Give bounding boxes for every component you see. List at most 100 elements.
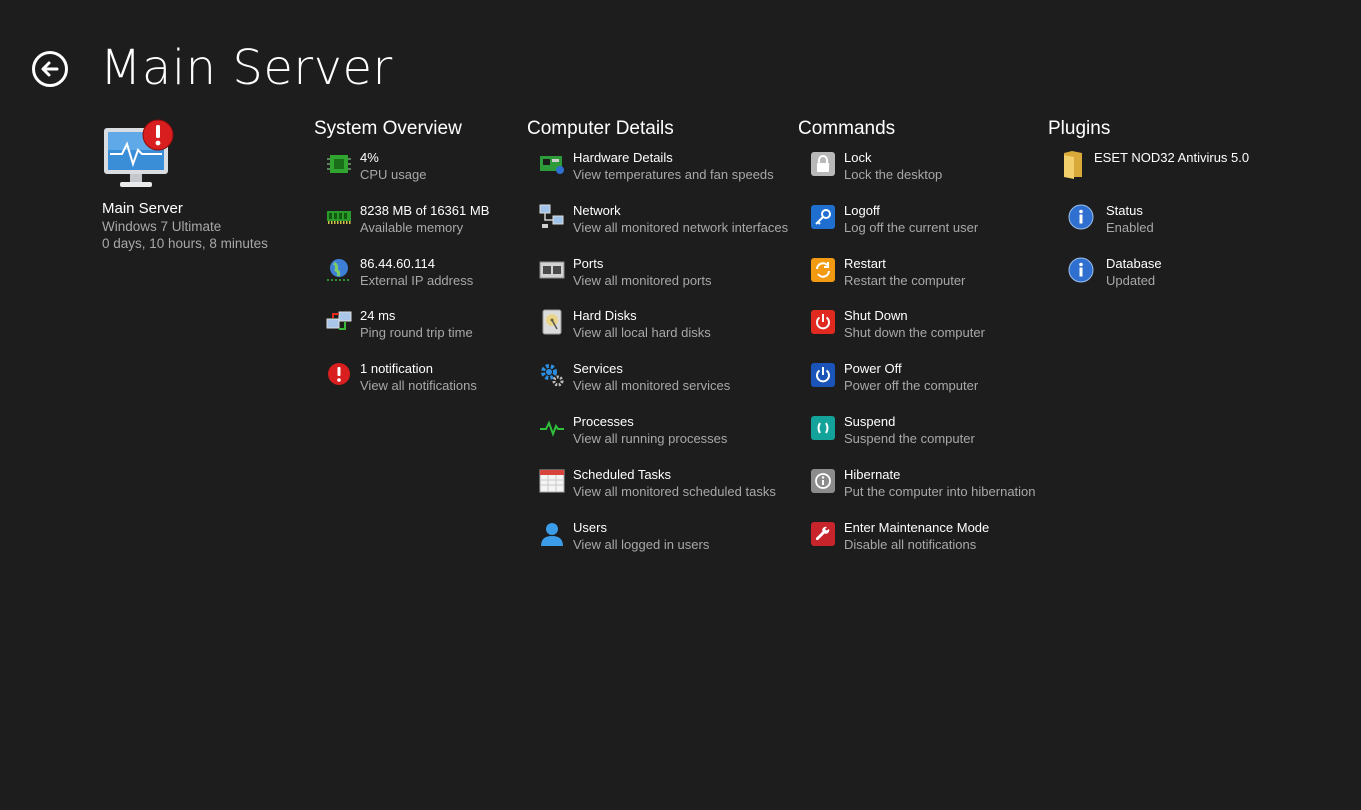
plugin-secondary: Enabled [1106, 219, 1154, 235]
command-secondary: Suspend the computer [844, 430, 975, 446]
commands-section: Commands Lock Lock the desktop Logoff Log … [798, 118, 1036, 571]
plugin-database[interactable]: Database Updated [1060, 255, 1249, 308]
details-secondary: View all logged in users [573, 536, 710, 552]
command-restart[interactable]: Restart Restart the computer [810, 255, 1036, 308]
details-secondary: View all running processes [573, 430, 728, 446]
command-logoff[interactable]: Logoff Log off the current user [810, 202, 1036, 255]
overview-secondary: Available memory [360, 219, 464, 235]
details-primary: Hardware Details [573, 150, 673, 165]
user-icon [539, 521, 565, 547]
details-primary: Ports [573, 255, 604, 271]
details-item-scheduled-tasks[interactable]: Scheduled Tasks View all monitored schedu… [539, 466, 788, 519]
restart-icon [810, 257, 836, 283]
plugin-primary: Database [1106, 255, 1162, 271]
plugin-secondary: Updated [1106, 272, 1156, 288]
details-item-processes[interactable]: Processes View all running processes [539, 413, 788, 466]
overview-item-ping[interactable]: 24 ms Ping round trip time [326, 307, 489, 360]
server-card: Main Server Windows 7 Ultimate 0 days, 1… [102, 119, 302, 252]
section-title-system-overview: System Overview [314, 118, 462, 139]
command-suspend[interactable]: Suspend Suspend the computer [810, 413, 1036, 466]
details-item-ports[interactable]: Ports View all monitored ports [539, 255, 788, 308]
plugin-primary: Status [1106, 202, 1143, 218]
details-item-hard-disks[interactable]: Hard Disks View all local hard disks [539, 307, 788, 360]
overview-primary: 24 ms [360, 308, 396, 324]
computer-details-section: Computer Details Hardware Details View te… [527, 118, 788, 571]
command-secondary: Lock the desktop [844, 167, 943, 182]
globe-network-icon [326, 257, 352, 283]
command-secondary: Disable all notifications [844, 536, 977, 552]
overview-secondary: Ping round trip time [360, 325, 473, 341]
info-icon [1068, 257, 1094, 283]
folder-icon [1060, 151, 1086, 179]
calendar-icon [539, 468, 565, 494]
command-primary: Power Off [844, 361, 902, 377]
details-primary: Network [573, 202, 621, 218]
details-secondary: View temperatures and fan speeds [573, 167, 774, 182]
details-item-services[interactable]: Services View all monitored services [539, 360, 788, 413]
suspend-icon [810, 415, 836, 441]
command-primary: Logoff [844, 202, 880, 218]
overview-primary: 86.44.60.114 [360, 255, 435, 271]
command-maintenance-mode[interactable]: Enter Maintenance Mode Disable all notifi… [810, 519, 1036, 572]
details-primary: Scheduled Tasks [573, 466, 672, 482]
details-primary: Processes [573, 413, 634, 429]
command-primary: Hibernate [844, 466, 901, 482]
command-secondary: Restart the computer [844, 272, 966, 288]
server-name: Main Server [102, 200, 183, 217]
plugins-section: Plugins ESET NOD32 Antivirus 5.0 Status E… [1048, 118, 1249, 307]
command-lock[interactable]: Lock Lock the desktop [810, 149, 1036, 202]
hard-disk-icon [539, 309, 565, 335]
power-icon [810, 362, 836, 388]
cpu-chip-icon [326, 151, 352, 177]
hibernate-icon [810, 468, 836, 494]
section-title-commands: Commands [798, 118, 896, 139]
computer-monitor-icon [102, 119, 174, 194]
back-button[interactable] [32, 51, 68, 87]
overview-secondary: View all notifications [360, 378, 477, 394]
wrench-icon [810, 521, 836, 547]
details-secondary: View all local hard disks [573, 325, 711, 341]
overview-secondary: CPU usage [360, 167, 427, 182]
overview-item-cpu[interactable]: 4% CPU usage [326, 149, 489, 202]
overview-item-memory[interactable]: 8238 MB of 16361 MB Available memory [326, 202, 489, 255]
command-secondary: Power off the computer [844, 378, 979, 394]
command-primary: Enter Maintenance Mode [844, 519, 990, 535]
plugin-name: ESET NOD32 Antivirus 5.0 [1094, 150, 1250, 165]
details-item-hardware[interactable]: Hardware Details View temperatures and fa… [539, 149, 788, 202]
plugin-status[interactable]: Status Enabled [1060, 202, 1249, 255]
overview-item-ip[interactable]: 86.44.60.114 External IP address [326, 255, 489, 308]
command-secondary: Put the computer into hibernation [844, 483, 1036, 499]
overview-secondary: External IP address [360, 272, 474, 288]
command-hibernate[interactable]: Hibernate Put the computer into hibernati… [810, 466, 1036, 519]
system-overview-section: System Overview 4% CPU usage 8238 MB of 1… [314, 118, 489, 413]
lock-icon [810, 151, 836, 177]
overview-item-notifications[interactable]: 1 notification View all notifications [326, 360, 489, 413]
info-icon [1068, 204, 1094, 230]
plugin-eset-nod32[interactable]: ESET NOD32 Antivirus 5.0 [1060, 149, 1249, 202]
page-title: Main Server [100, 40, 393, 96]
overview-primary: 4% [360, 150, 379, 165]
arrow-left-icon [41, 61, 59, 77]
server-os: Windows 7 Ultimate [102, 219, 222, 234]
command-secondary: Shut down the computer [844, 325, 985, 341]
command-primary: Suspend [844, 413, 896, 429]
ping-network-icon [326, 309, 352, 335]
details-item-network[interactable]: Network View all monitored network interf… [539, 202, 788, 255]
section-title-computer-details: Computer Details [527, 118, 674, 139]
overview-primary: 8238 MB of 16361 MB [360, 202, 490, 218]
command-shut-down[interactable]: Shut Down Shut down the computer [810, 307, 1036, 360]
command-primary: Lock [844, 150, 872, 165]
hardware-board-icon [539, 151, 565, 177]
alert-badge-icon [142, 119, 174, 151]
server-uptime: 0 days, 10 hours, 8 minutes [102, 236, 268, 251]
details-secondary: View all monitored services [573, 378, 731, 394]
details-primary: Users [573, 519, 607, 535]
details-primary: Services [573, 361, 623, 377]
command-primary: Restart [844, 255, 886, 271]
memory-module-icon [326, 204, 352, 230]
details-secondary: View all monitored network interfaces [573, 219, 789, 235]
command-power-off[interactable]: Power Off Power off the computer [810, 360, 1036, 413]
section-title-plugins: Plugins [1048, 118, 1111, 139]
power-icon [810, 309, 836, 335]
details-item-users[interactable]: Users View all logged in users [539, 519, 788, 572]
